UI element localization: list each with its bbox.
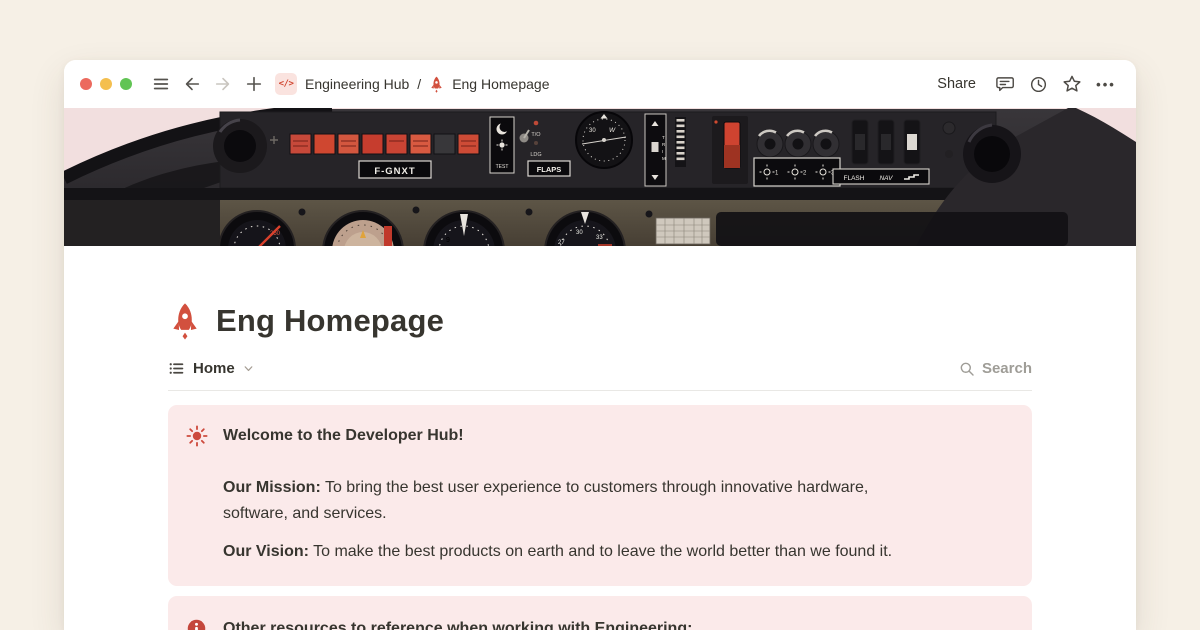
breadcrumb-separator: / — [417, 76, 421, 92]
share-button[interactable]: Share — [929, 76, 984, 92]
svg-text:W: W — [609, 127, 616, 134]
minimize-window-button[interactable] — [100, 78, 112, 90]
close-window-button[interactable] — [80, 78, 92, 90]
more-options-button[interactable]: ••• — [1092, 70, 1120, 98]
svg-text:M: M — [662, 156, 666, 161]
ellipsis-icon: ••• — [1096, 77, 1116, 92]
hamburger-icon — [152, 75, 170, 93]
svg-text:LDG: LDG — [530, 152, 541, 158]
cover-flash-nav-placard: FLASH NAV — [833, 169, 929, 184]
page-title: Eng Homepage — [216, 303, 444, 339]
sun-icon — [186, 424, 208, 565]
view-tab-bar: Home Search — [168, 360, 1032, 391]
nav-buttons — [148, 71, 267, 97]
mission-paragraph: Our Mission: To bring the best user expe… — [223, 475, 1014, 527]
cover-test-panel: TEST — [490, 117, 514, 173]
page-history-button[interactable] — [1024, 70, 1052, 98]
svg-text:9: 9 — [446, 237, 450, 244]
notion-window: </> Engineering Hub / Eng Homepage Share — [64, 60, 1136, 630]
code-icon: </> — [275, 73, 297, 95]
svg-text:30: 30 — [589, 128, 596, 134]
svg-text:T: T — [662, 135, 665, 140]
page-title-block: Eng Homepage — [168, 302, 1032, 340]
cover-rocker-switches — [852, 120, 920, 164]
zoom-window-button[interactable] — [120, 78, 132, 90]
svg-text:FLASH: FLASH — [844, 175, 865, 182]
forward-button[interactable] — [210, 71, 236, 97]
chevron-down-icon — [243, 363, 254, 374]
cover-registration-placard: F-GNXT — [359, 161, 431, 178]
favorite-button[interactable] — [1058, 70, 1086, 98]
back-button[interactable] — [179, 71, 205, 97]
page-content: Eng Homepage Home — [64, 302, 1136, 630]
toolbar-actions: Share — [929, 70, 1120, 98]
search-icon — [959, 361, 975, 377]
info-icon — [186, 617, 208, 630]
tab-home-label: Home — [193, 360, 235, 377]
cover-image[interactable]: F-GNXT TEST T/O LDG FLAPS 30 — [64, 108, 1136, 246]
comment-icon — [995, 75, 1014, 94]
cover-trim-indicator: TR IM — [645, 114, 666, 186]
welcome-callout[interactable]: Welcome to the Developer Hub! Our Missio… — [168, 405, 1032, 586]
resources-callout[interactable]: Other resources to reference when workin… — [168, 596, 1032, 630]
traffic-lights — [80, 78, 132, 90]
plus-icon — [245, 75, 263, 93]
toolbar: </> Engineering Hub / Eng Homepage Share — [64, 60, 1136, 108]
cover-compass-gauge: 30 W — [576, 112, 632, 168]
arrow-right-icon — [214, 75, 232, 93]
list-view-icon — [168, 360, 185, 377]
clock-icon — [1029, 75, 1048, 94]
search-label: Search — [982, 360, 1032, 377]
tab-home[interactable]: Home — [168, 360, 254, 377]
svg-text:T/O: T/O — [531, 132, 541, 138]
svg-text:TEST: TEST — [496, 164, 509, 170]
cover-right-vent — [963, 125, 1021, 183]
svg-text:I: I — [662, 149, 663, 154]
svg-text:F-GNXT: F-GNXT — [374, 166, 415, 177]
breadcrumb-current-page[interactable]: Eng Homepage — [452, 76, 549, 92]
svg-text:FLAPS: FLAPS — [537, 165, 562, 174]
svg-text:33: 33 — [596, 235, 603, 241]
cover-armed-switch — [712, 116, 748, 184]
sidebar-menu-button[interactable] — [148, 71, 174, 97]
search-button[interactable]: Search — [959, 360, 1032, 377]
breadcrumb-workspace[interactable]: Engineering Hub — [305, 76, 409, 92]
svg-text:27: 27 — [558, 240, 565, 246]
mission-label: Our Mission: — [223, 479, 321, 496]
cover-striped-indicator — [675, 117, 686, 167]
callout-title: Welcome to the Developer Hub! — [223, 424, 1014, 448]
svg-text:30: 30 — [576, 230, 583, 236]
rocket-icon — [168, 302, 202, 340]
arrow-left-icon — [183, 75, 201, 93]
callout-title: Other resources to reference when workin… — [223, 617, 1014, 630]
rocket-icon — [429, 76, 444, 93]
breadcrumb: </> Engineering Hub / Eng Homepage — [275, 73, 549, 95]
new-page-button[interactable] — [241, 71, 267, 97]
vision-label: Our Vision: — [223, 543, 309, 560]
vision-paragraph: Our Vision: To make the best products on… — [223, 539, 1014, 565]
comments-button[interactable] — [990, 70, 1018, 98]
cover-light-knobs: 1 2 3 — [754, 131, 840, 186]
star-icon — [1062, 74, 1082, 94]
svg-text:NAV: NAV — [879, 175, 893, 182]
